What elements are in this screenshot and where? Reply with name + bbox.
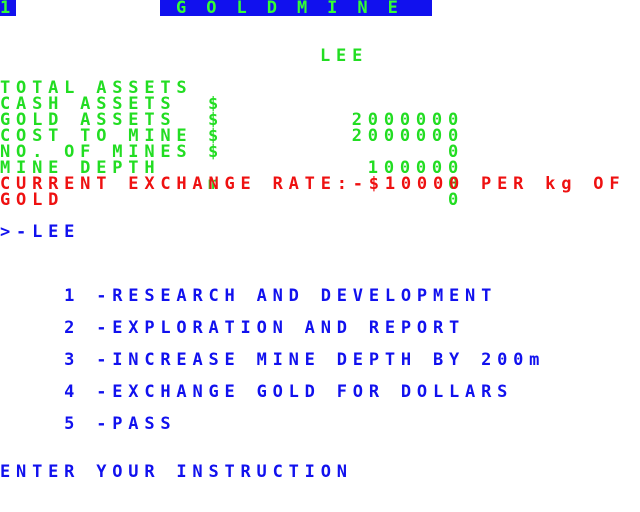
menu-item-pass[interactable]: 5 -PASS: [0, 400, 176, 433]
menu-item-key: 1: [64, 286, 81, 306]
menu-item-key: 3: [64, 350, 81, 370]
stat-row-cost-to-mine: COST TO MINE $ 100000: [0, 112, 640, 177]
exchange-rate-line-1: CURRENT EXCHANGE RATE:-$10000 PER kg OF: [0, 174, 626, 194]
menu-item-key: 4: [64, 382, 81, 402]
menu-item-exploration[interactable]: 2 -EXPLORATION AND REPORT: [0, 304, 465, 337]
stat-row-mine-depth: MINE DEPTH m 0: [0, 144, 640, 209]
menu-item-key: 5: [64, 414, 81, 434]
menu-item-label: -INCREASE MINE DEPTH BY 200m: [96, 350, 546, 370]
menu-item-research[interactable]: 1 -RESEARCH AND DEVELOPMENT: [0, 272, 497, 305]
menu-item-exchange-gold[interactable]: 4 -EXCHANGE GOLD FOR DOLLARS: [0, 368, 513, 401]
stat-row-gold-assets: GOLD ASSETS $ 0: [0, 96, 640, 161]
stat-value: 0: [447, 190, 464, 210]
menu-item-label: -RESEARCH AND DEVELOPMENT: [96, 286, 498, 306]
player-name-heading: LEE: [320, 46, 369, 66]
player-number: 1: [0, 0, 16, 17]
menu-item-increase-depth[interactable]: 3 -INCREASE MINE DEPTH BY 200m: [0, 336, 545, 369]
menu-item-label: -EXPLORATION AND REPORT: [96, 318, 466, 338]
menu-item-label: -EXCHANGE GOLD FOR DOLLARS: [96, 382, 514, 402]
stat-row-total-assets: TOTAL ASSETS $ 2000000: [0, 64, 640, 129]
current-player-prompt: >-LEE: [0, 222, 81, 242]
menu-item-label: -PASS: [96, 414, 177, 434]
game-title: GOLDMINE: [160, 0, 432, 16]
menu-item-key: 2: [64, 318, 81, 338]
stat-row-no-of-mines: NO. OF MINES 0: [0, 128, 640, 193]
exchange-rate-line-2: GOLD: [0, 190, 65, 210]
enter-instruction-prompt[interactable]: ENTER YOUR INSTRUCTION: [0, 464, 353, 481]
stat-row-cash-assets: CASH ASSETS $ 2000000: [0, 80, 640, 145]
